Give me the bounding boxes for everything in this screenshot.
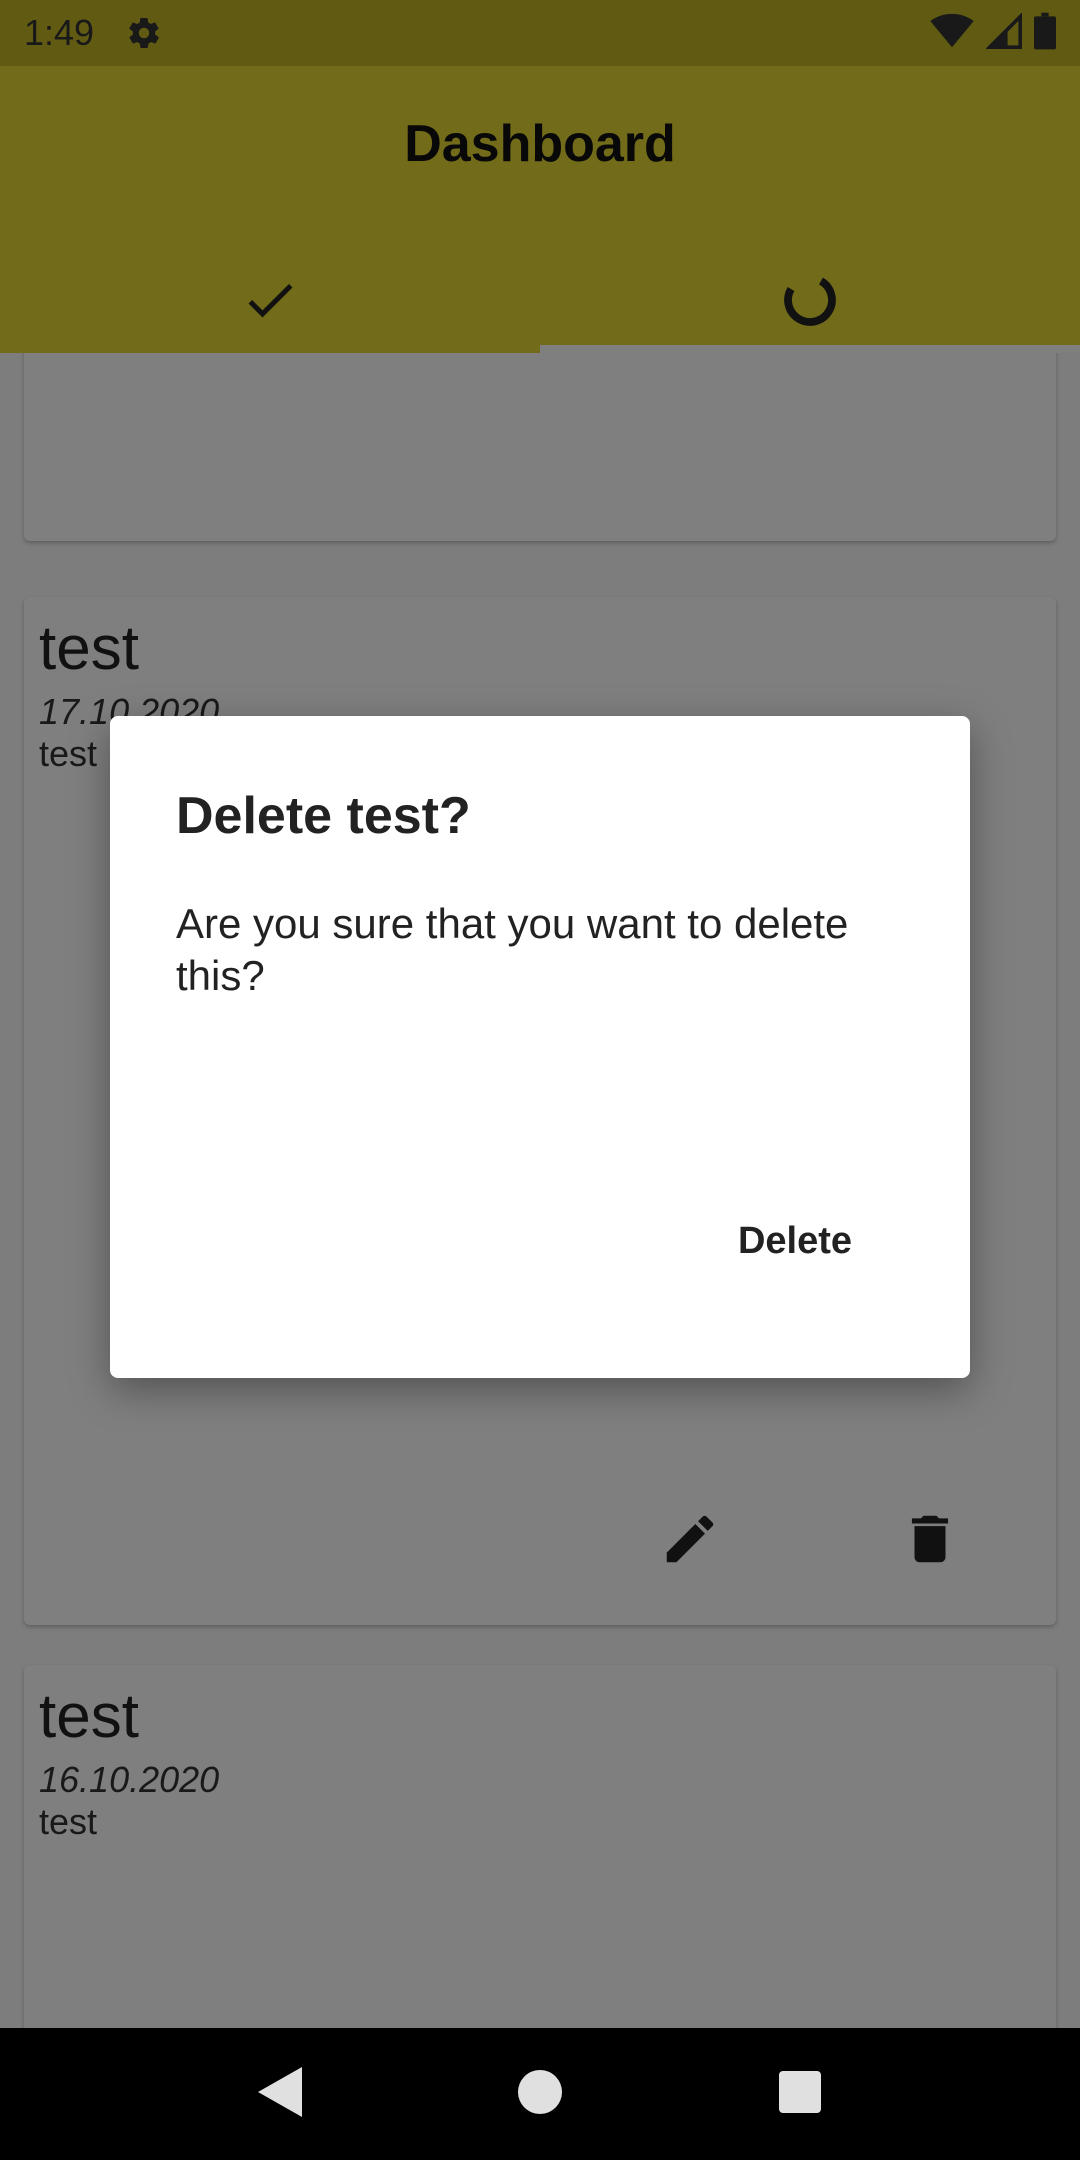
recents-button[interactable] [760,2054,840,2134]
confirm-delete-button[interactable]: Delete [700,1206,890,1276]
back-button[interactable] [240,2054,320,2134]
system-nav-bar [0,2028,1080,2160]
back-triangle-icon [258,2066,302,2122]
recents-square-icon [779,2070,821,2118]
home-button[interactable] [500,2054,580,2134]
delete-dialog: Delete test? Are you sure that you want … [110,716,970,1378]
home-circle-icon [518,2069,562,2119]
dialog-title: Delete test? [176,787,471,845]
dialog-message: Are you sure that you want to delete thi… [176,900,849,999]
